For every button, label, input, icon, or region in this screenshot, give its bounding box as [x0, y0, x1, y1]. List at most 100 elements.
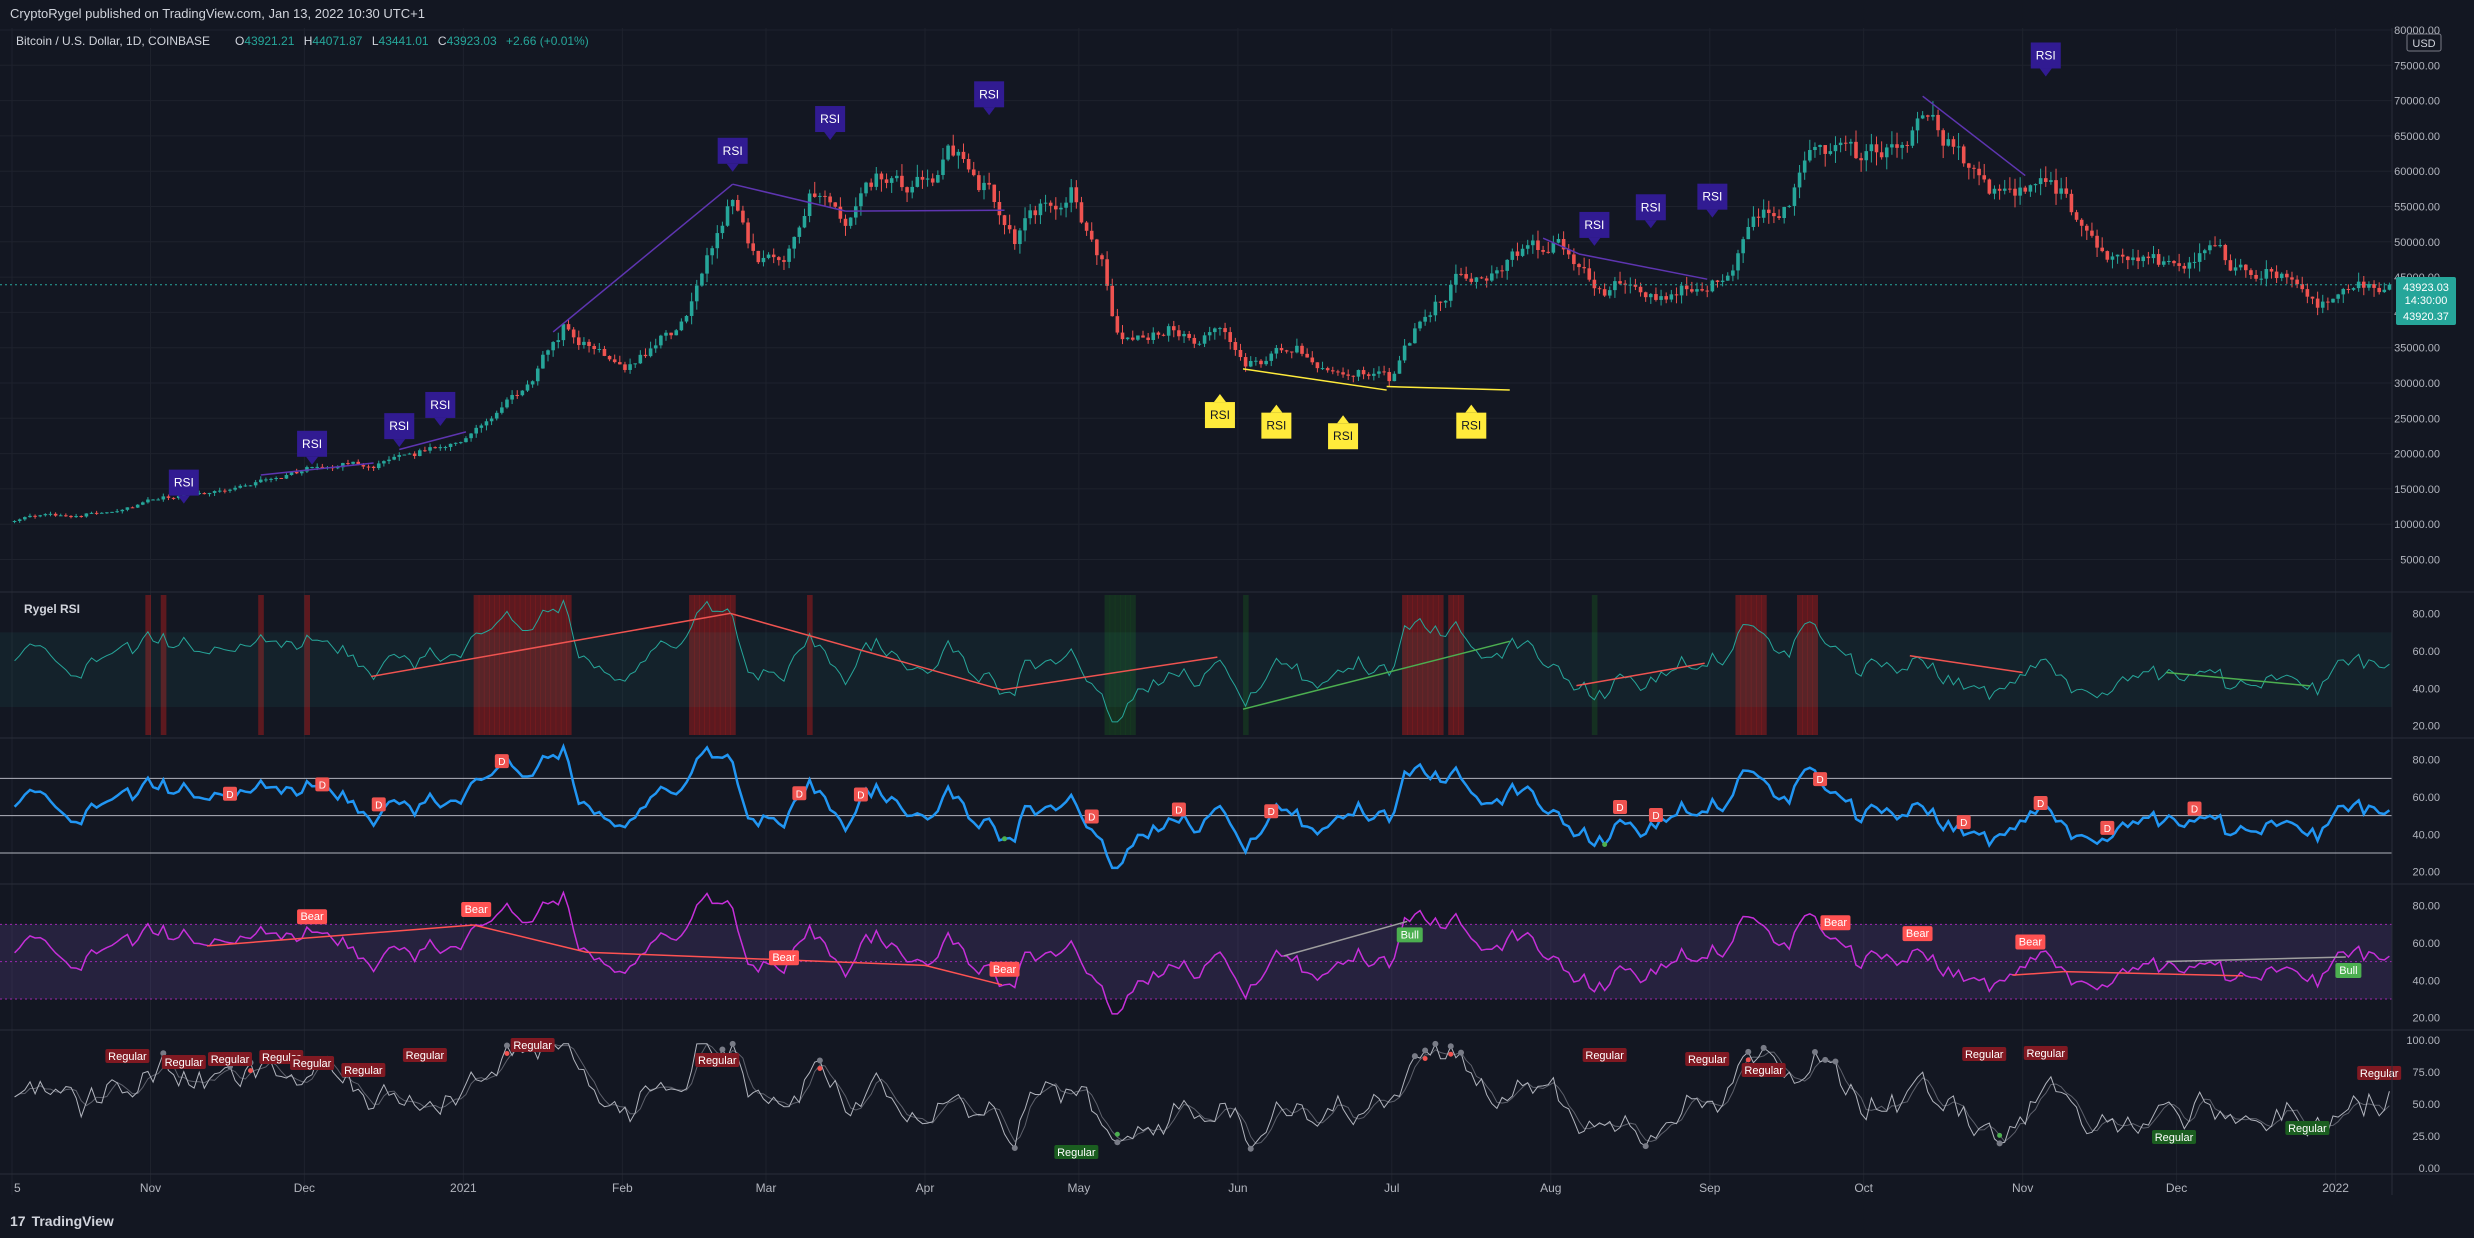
- bullish-rsi-label-text: RSI: [1210, 408, 1230, 422]
- candle-body: [2228, 260, 2233, 271]
- candle-body: [1813, 146, 1817, 151]
- candle-body: [1961, 146, 1966, 164]
- candle-body: [936, 174, 940, 183]
- candle-body: [1592, 279, 1597, 289]
- regular-bear-label: Regular: [1582, 1048, 1627, 1062]
- candle-body: [2351, 288, 2356, 290]
- candle-body: [494, 412, 499, 419]
- candle-body: [2387, 284, 2392, 290]
- chart-canvas[interactable]: RSI RSI RSI RSI RSI RSI RSI RSI RSI RSI RSI RSI RSI R…: [0, 0, 2474, 1238]
- divergence-d-label: D: [1084, 809, 1099, 824]
- bullish-rsi-label: RSI: [1456, 404, 1487, 439]
- candle-body: [2254, 274, 2258, 279]
- currency-badge[interactable]: USD: [2406, 33, 2442, 52]
- candle-body: [1700, 289, 1704, 291]
- price-tick-label: 30000.00: [2394, 378, 2440, 390]
- candle-body: [977, 175, 981, 191]
- candle-body: [99, 512, 104, 514]
- regular-bull-label: Regular: [2285, 1121, 2330, 1135]
- candle-body: [1392, 373, 1397, 382]
- candle-body: [869, 182, 873, 187]
- rsi-divergence-pane-magenta: Bear Bear Bear Bear Bear Bear Bear Bull Bull: [0, 890, 2392, 1015]
- time-tick-label: 2022: [2322, 1181, 2349, 1195]
- candle-body: [1125, 337, 1130, 340]
- candle-body: [2177, 263, 2181, 266]
- candle-body: [1064, 202, 1068, 208]
- candle-body: [1777, 216, 1781, 219]
- candle-body: [469, 433, 473, 439]
- candle-body: [1669, 294, 1674, 300]
- candle-body: [2244, 264, 2248, 271]
- bull-pivot-dot: [1602, 841, 1608, 847]
- candle-body: [2161, 261, 2166, 265]
- candle-body: [1115, 316, 1120, 333]
- candle-body: [1931, 114, 1935, 117]
- candle-body: [2064, 188, 2069, 194]
- candle-body: [274, 477, 278, 479]
- candle-body: [94, 512, 99, 514]
- candle-body: [1654, 294, 1658, 300]
- candle-body: [2213, 245, 2217, 247]
- candle-body: [1849, 141, 1853, 144]
- candle-body: [1387, 372, 1392, 382]
- candle-body: [2013, 188, 2017, 196]
- regular-bear-label: Regular: [2357, 1066, 2402, 1080]
- candle-body: [1074, 187, 1079, 203]
- candle-body: [351, 461, 355, 464]
- candle-body: [1407, 343, 1412, 346]
- candle-body: [1997, 188, 2002, 191]
- regular-bear-label-text: Regular: [698, 1055, 737, 1067]
- time-axis: 5 Nov Dec 2021 Feb Mar Apr May Jun Jul Aug Sep Oct No…: [0, 1173, 2474, 1195]
- candle-body: [1105, 259, 1109, 286]
- bearish-rsi-label-pointer: [393, 439, 406, 448]
- regular-bear-label-text: Regular: [1744, 1065, 1783, 1077]
- regular-bear-label: Regular: [341, 1063, 386, 1077]
- time-tick-label: 5: [14, 1181, 21, 1195]
- candle-body: [1720, 280, 1725, 282]
- candle-body: [2223, 244, 2228, 261]
- tradingview-brand[interactable]: 17 TradingView: [10, 1213, 114, 1229]
- price-tick-label: 10000.00: [2394, 519, 2440, 531]
- divergence-d-text: D: [2191, 804, 2198, 815]
- bearish-rsi-label-text: RSI: [723, 144, 743, 158]
- candle-body: [1120, 332, 1125, 340]
- candle-body: [971, 169, 976, 176]
- candle-body: [1341, 372, 1345, 375]
- regular-bear-label: Regular: [161, 1055, 206, 1069]
- bullish-rsi-label-pointer: [1270, 404, 1283, 413]
- divergence-d-text: D: [796, 789, 803, 800]
- stoch-signal-dot: [248, 1068, 254, 1074]
- candle-body: [895, 175, 899, 179]
- candle-body: [618, 362, 622, 365]
- regular-bear-label: Regular: [207, 1052, 252, 1066]
- osc-tick-label: 100.00: [2406, 1035, 2440, 1047]
- candle-body: [1910, 130, 1915, 146]
- divergence-d-label: D: [1956, 815, 1971, 830]
- candle-body: [930, 178, 935, 183]
- bear-label: Bear: [1902, 926, 1933, 942]
- candle-body: [1141, 335, 1145, 338]
- candle-body: [474, 427, 478, 434]
- divergence-d-text: D: [2104, 824, 2111, 835]
- candle-body: [397, 455, 402, 457]
- candle-body: [2382, 289, 2387, 293]
- candle-body: [392, 456, 396, 460]
- candle-body: [346, 463, 350, 465]
- candle-body: [1869, 144, 1874, 152]
- candle-body: [84, 513, 89, 517]
- candle-body: [1536, 240, 1540, 250]
- candle-body: [1320, 368, 1325, 370]
- regular-bear-label: Regular: [1685, 1052, 1730, 1066]
- candle-body: [987, 182, 991, 185]
- candle-body: [1156, 332, 1161, 335]
- bearish-rsi-label-text: RSI: [389, 419, 409, 433]
- candle-body: [510, 394, 514, 400]
- time-tick-label: Jul: [1384, 1181, 1399, 1195]
- bearish-rsi-label-pointer: [2039, 68, 2052, 77]
- time-tick-label: Dec: [294, 1181, 315, 1195]
- time-tick-label: Sep: [1699, 1181, 1721, 1195]
- stoch-pivot-dot: [1247, 1145, 1254, 1152]
- bear-label: Bear: [989, 961, 1020, 977]
- candle-body: [2279, 273, 2284, 279]
- candle-body: [1510, 251, 1515, 260]
